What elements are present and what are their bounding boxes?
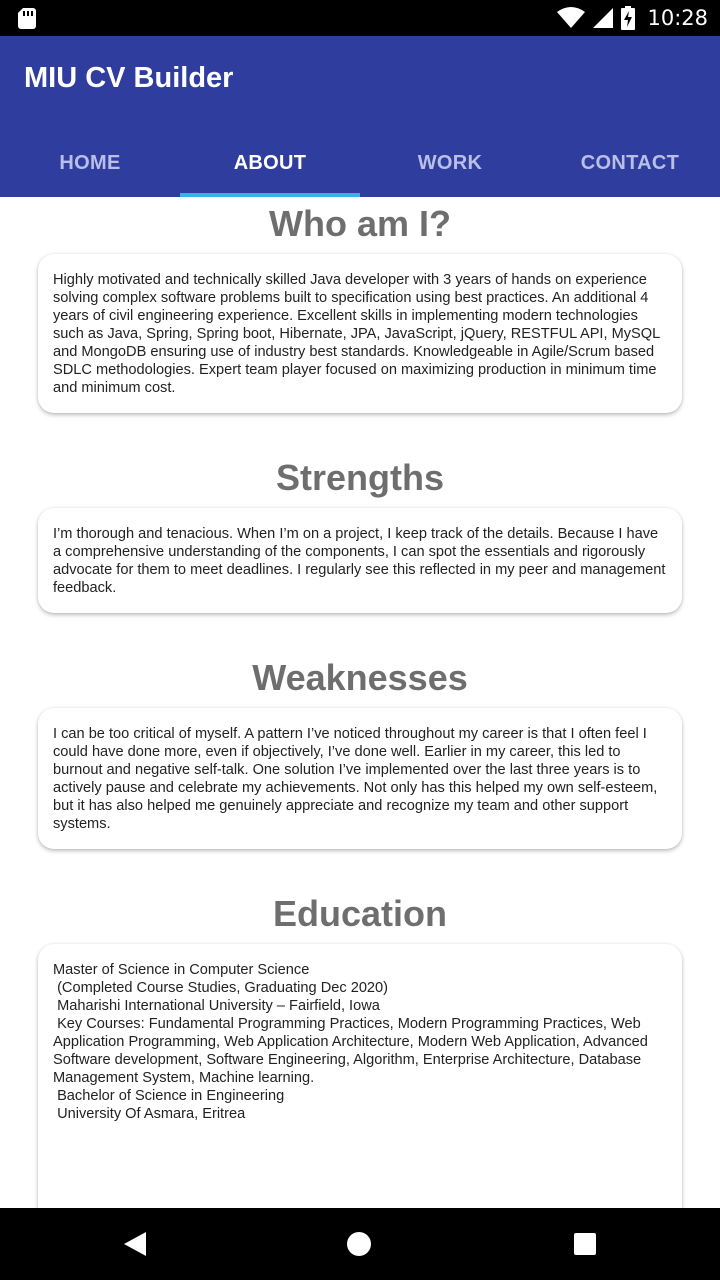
- strengths-body: I’m thorough and tenacious. When I’m on …: [53, 526, 666, 596]
- back-button[interactable]: [122, 1231, 148, 1257]
- education-line: University Of Asmara, Eritrea: [53, 1106, 246, 1122]
- signal-icon: [593, 8, 614, 28]
- education-line: Master of Science in Computer Science: [53, 962, 310, 978]
- who-title: Who am I?: [269, 203, 451, 244]
- strengths-card: I’m thorough and tenacious. When I’m on …: [38, 508, 682, 613]
- tab-about[interactable]: ABOUT: [180, 130, 360, 197]
- education-line: Maharishi International University – Fai…: [53, 998, 380, 1014]
- education-card: Master of Science in Computer Science (C…: [38, 944, 682, 1208]
- app-title: MIU CV Builder: [24, 62, 234, 94]
- battery-charging-icon: [621, 6, 636, 30]
- tab-home[interactable]: HOME: [0, 130, 180, 197]
- status-time: 10:28: [647, 6, 708, 30]
- recents-button[interactable]: [574, 1233, 596, 1255]
- education-line: Key Courses: Fundamental Programming Pra…: [53, 1016, 652, 1086]
- education-line: (Completed Course Studies, Graduating De…: [53, 980, 389, 996]
- sd-card-icon: [18, 8, 36, 29]
- about-content[interactable]: Who am I? Highly motivated and technical…: [0, 197, 720, 1208]
- education-title: Education: [272, 893, 447, 934]
- tab-about-label: ABOUT: [233, 152, 307, 174]
- tab-contact[interactable]: CONTACT: [540, 130, 720, 197]
- who-card: Highly motivated and technically skilled…: [38, 254, 682, 413]
- wifi-icon: [557, 7, 586, 28]
- tab-bar: HOME ABOUT WORK CONTACT: [0, 130, 720, 197]
- status-bar: 10:28: [0, 0, 720, 36]
- app-bar: MIU CV Builder HOME ABOUT WORK CONTACT: [0, 36, 720, 197]
- weaknesses-body: I can be too critical of myself. A patte…: [53, 726, 658, 832]
- weaknesses-title: Weaknesses: [252, 657, 468, 698]
- who-body: Highly motivated and technically skilled…: [53, 272, 660, 396]
- home-button[interactable]: [346, 1231, 372, 1257]
- strengths-title: Strengths: [275, 457, 444, 498]
- tab-work[interactable]: WORK: [360, 130, 540, 197]
- weaknesses-card: I can be too critical of myself. A patte…: [38, 708, 682, 849]
- education-line: Bachelor of Science in Engineering: [53, 1088, 285, 1104]
- navigation-bar: [0, 1208, 720, 1280]
